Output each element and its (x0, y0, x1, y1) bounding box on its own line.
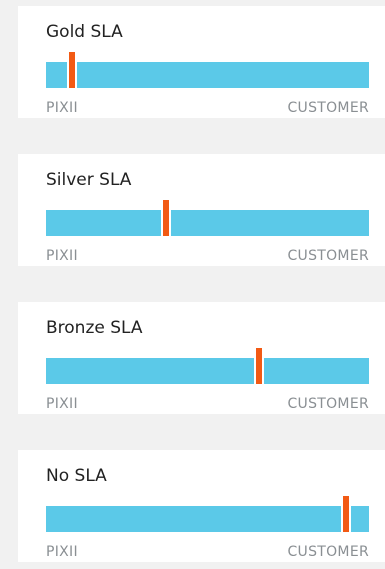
responsibility-marker (256, 348, 262, 384)
sla-card-bronze: Bronze SLA PIXII CUSTOMER (18, 302, 385, 414)
responsibility-marker (163, 200, 169, 236)
pixii-share-segment (46, 506, 341, 532)
responsibility-marker (343, 496, 349, 532)
sla-title: Silver SLA (46, 170, 132, 190)
pixii-label: PIXII (46, 248, 78, 264)
customer-share-segment (77, 62, 369, 88)
sla-split-bar (46, 496, 369, 532)
customer-label: CUSTOMER (287, 544, 369, 560)
customer-label: CUSTOMER (287, 100, 369, 116)
customer-label: CUSTOMER (287, 396, 369, 412)
sla-card-silver: Silver SLA PIXII CUSTOMER (18, 154, 385, 266)
pixii-label: PIXII (46, 396, 78, 412)
sla-title: No SLA (46, 466, 107, 486)
pixii-share-segment (46, 210, 161, 236)
pixii-share-segment (46, 62, 67, 88)
pixii-share-segment (46, 358, 254, 384)
customer-share-segment (351, 506, 369, 532)
customer-label: CUSTOMER (287, 248, 369, 264)
sla-title: Gold SLA (46, 22, 123, 42)
sla-title: Bronze SLA (46, 318, 143, 338)
sla-split-bar (46, 52, 369, 88)
sla-card-gold: Gold SLA PIXII CUSTOMER (18, 6, 385, 118)
customer-share-segment (171, 210, 369, 236)
sla-split-bar (46, 348, 369, 384)
sla-card-none: No SLA PIXII CUSTOMER (18, 450, 385, 562)
sla-split-bar (46, 200, 369, 236)
pixii-label: PIXII (46, 100, 78, 116)
customer-share-segment (264, 358, 369, 384)
responsibility-marker (69, 52, 75, 88)
pixii-label: PIXII (46, 544, 78, 560)
